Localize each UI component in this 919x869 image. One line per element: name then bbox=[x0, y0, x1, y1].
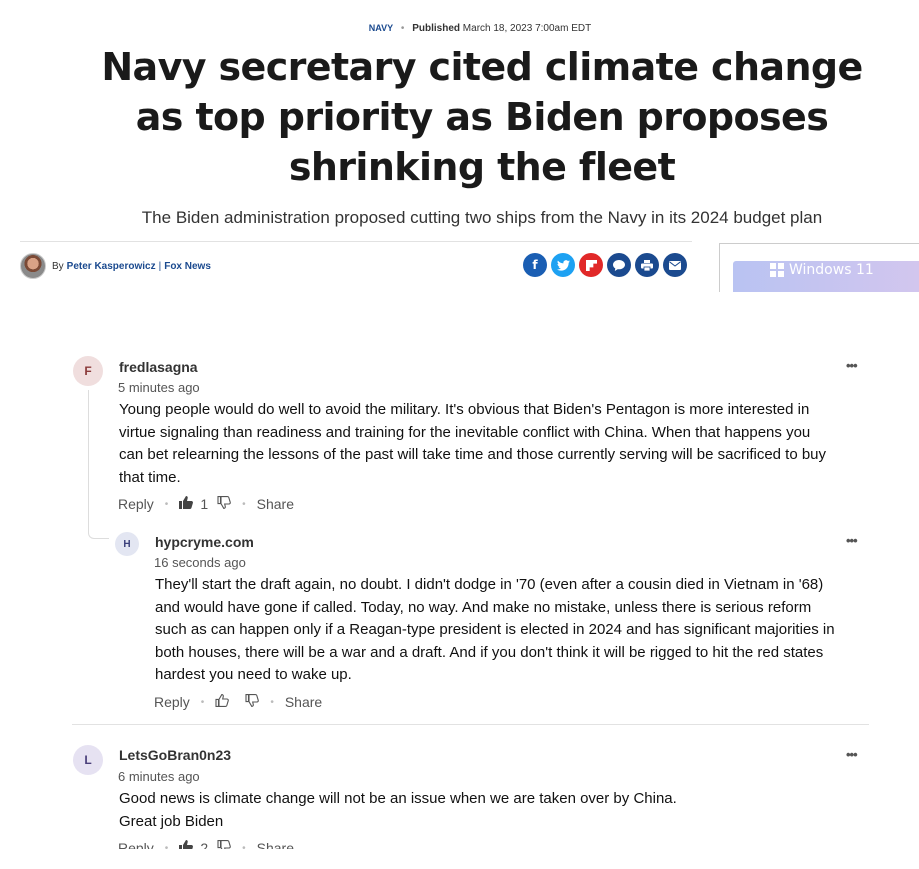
share-button[interactable]: Share bbox=[285, 694, 322, 710]
action-separator: • bbox=[164, 842, 169, 850]
ad-logo: Windows 11 bbox=[770, 262, 874, 278]
dislike-icon[interactable] bbox=[217, 840, 231, 849]
reply-button[interactable]: Reply bbox=[154, 694, 190, 710]
comment-timestamp[interactable]: 5 minutes ago bbox=[118, 380, 200, 395]
reply-button[interactable]: Reply bbox=[118, 840, 154, 849]
more-options-icon[interactable]: ••• bbox=[846, 533, 858, 548]
email-icon[interactable] bbox=[663, 253, 687, 277]
comment-actions: Reply • 2 • Share bbox=[118, 840, 294, 849]
header-divider bbox=[20, 241, 692, 242]
comment-body: Young people would do well to avoid the … bbox=[119, 401, 827, 486]
like-icon[interactable] bbox=[179, 840, 194, 849]
thread-connector bbox=[88, 390, 109, 539]
action-separator: • bbox=[164, 498, 169, 510]
published-label: Published bbox=[412, 23, 461, 34]
ad-text: Windows 11 bbox=[789, 262, 874, 278]
comment-username[interactable]: fredlasagna bbox=[119, 359, 198, 375]
action-separator: • bbox=[200, 696, 205, 708]
meta-separator: • bbox=[400, 23, 405, 34]
advertisement[interactable]: Windows 11 bbox=[719, 243, 919, 292]
action-separator: • bbox=[242, 842, 246, 850]
more-options-icon[interactable]: ••• bbox=[846, 358, 858, 373]
comment-body-line: Great job Biden bbox=[119, 812, 224, 830]
flipboard-icon[interactable] bbox=[579, 253, 603, 277]
article-subheadline: The Biden administration proposed cuttin… bbox=[141, 208, 823, 227]
comments-icon[interactable] bbox=[607, 253, 631, 277]
comment-body: Good news is climate change will not be … bbox=[119, 788, 839, 833]
comment-timestamp[interactable]: 16 seconds ago bbox=[154, 555, 246, 570]
byline-prefix: By bbox=[52, 260, 64, 272]
action-separator: • bbox=[242, 498, 246, 510]
comment-body-line: Good news is climate change will not be … bbox=[119, 790, 677, 807]
outlet-link[interactable]: Fox News bbox=[164, 261, 211, 272]
comment-divider bbox=[72, 724, 869, 725]
print-icon[interactable] bbox=[635, 253, 659, 277]
author-link[interactable]: Peter Kasperowicz bbox=[67, 261, 156, 272]
avatar[interactable]: L bbox=[73, 745, 103, 775]
like-icon[interactable] bbox=[215, 694, 230, 710]
dislike-icon[interactable] bbox=[245, 694, 260, 710]
author-avatar[interactable] bbox=[20, 253, 46, 279]
share-button[interactable]: Share bbox=[257, 840, 294, 849]
facebook-icon[interactable]: f bbox=[523, 253, 547, 277]
dislike-icon[interactable] bbox=[217, 496, 231, 512]
byline-separator: | bbox=[158, 260, 162, 272]
avatar[interactable]: F bbox=[73, 356, 103, 386]
comment-username[interactable]: hypcryme.com bbox=[155, 534, 254, 550]
like-icon[interactable] bbox=[179, 496, 194, 512]
more-options-icon[interactable]: ••• bbox=[846, 747, 858, 762]
comment-actions: Reply • • Share bbox=[154, 694, 322, 710]
action-separator: • bbox=[270, 696, 274, 708]
comments-section: F fredlasagna ••• 5 minutes ago Young pe… bbox=[72, 352, 869, 849]
windows-logo-icon bbox=[770, 263, 784, 277]
avatar[interactable]: H bbox=[115, 532, 139, 556]
byline: By Peter Kasperowicz | Fox News bbox=[20, 253, 211, 279]
comment-timestamp[interactable]: 6 minutes ago bbox=[118, 769, 200, 784]
share-bar: f bbox=[523, 253, 687, 277]
reply-button[interactable]: Reply bbox=[118, 496, 154, 512]
share-button[interactable]: Share bbox=[257, 496, 294, 512]
twitter-icon[interactable] bbox=[551, 253, 575, 277]
comment-actions: Reply • 1 • Share bbox=[118, 496, 294, 512]
like-count: 1 bbox=[200, 496, 209, 512]
article-headline: Navy secretary cited climate change as t… bbox=[101, 45, 863, 189]
like-count: 2 bbox=[200, 840, 209, 849]
comment-body: They'll start the draft again, no doubt.… bbox=[155, 576, 835, 683]
article-meta: NAVY • Published March 18, 2023 7:00am E… bbox=[0, 23, 919, 34]
category-link[interactable]: NAVY bbox=[369, 23, 393, 33]
published-date: March 18, 2023 7:00am EDT bbox=[462, 23, 592, 34]
comment-username[interactable]: LetsGoBran0n23 bbox=[119, 747, 231, 763]
